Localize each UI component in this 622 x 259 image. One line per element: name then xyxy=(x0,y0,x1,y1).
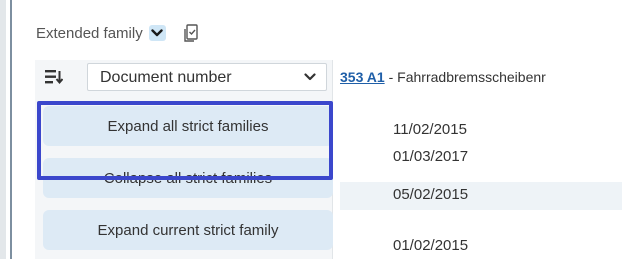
row-date: 11/02/2015 xyxy=(393,121,467,138)
sort-field-value: Document number xyxy=(100,69,232,86)
family-type-label: Extended family xyxy=(36,24,143,42)
selection-highlight-box xyxy=(37,101,333,180)
document-title-text: - Fahrradbremsscheibenr xyxy=(388,69,546,85)
document-number-link[interactable]: 353 A1 xyxy=(340,69,385,85)
row-date: 01/02/2015 xyxy=(393,237,469,254)
family-toolbar: Extended family xyxy=(36,22,200,44)
menu-item-expand-current-strict-family[interactable]: Expand current strict family xyxy=(43,210,333,250)
list-header-row: 353 A1 - Fahrradbremsscheibenr xyxy=(340,60,622,94)
chevron-down-icon xyxy=(304,73,316,81)
left-border-strip xyxy=(0,0,6,259)
row-date: 05/02/2015 xyxy=(393,186,469,203)
list-row-band xyxy=(340,182,622,210)
chevron-down-icon xyxy=(151,29,163,37)
sort-field-select[interactable]: Document number xyxy=(87,63,327,91)
family-document-list: 353 A1 - Fahrradbremsscheibenr 11/02/201… xyxy=(340,60,622,259)
row-date: 01/03/2017 xyxy=(393,148,469,165)
family-options-dropdown-button[interactable] xyxy=(148,25,166,41)
sort-row: Document number xyxy=(35,60,332,94)
sort-list-icon[interactable] xyxy=(45,69,64,90)
document-check-icon[interactable] xyxy=(184,24,200,42)
left-divider-line xyxy=(10,0,12,259)
